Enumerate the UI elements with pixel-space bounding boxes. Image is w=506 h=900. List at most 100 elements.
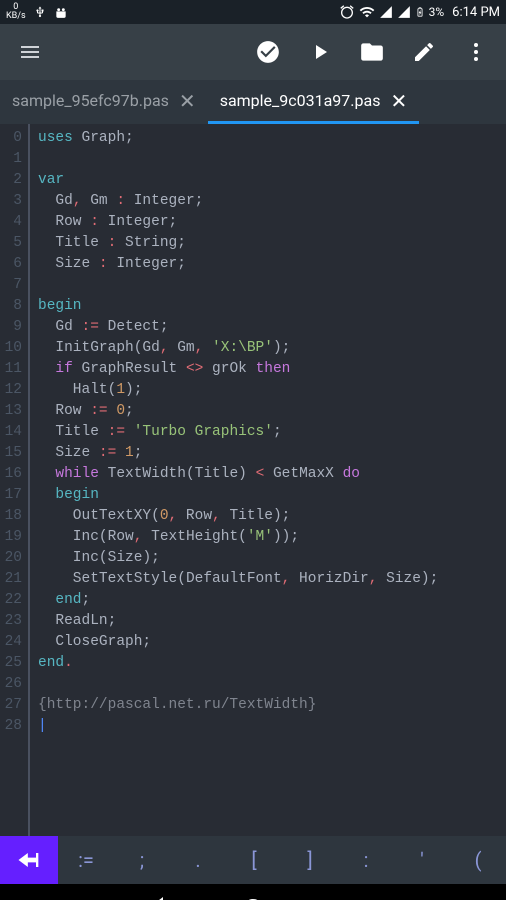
code-line[interactable]: end; (38, 590, 498, 611)
code-area[interactable]: uses Graph; var Gd, Gm : Integer; Row : I… (30, 124, 506, 836)
code-line[interactable]: begin (38, 485, 498, 506)
marshmallow-icon (54, 5, 68, 19)
nav-overflow-button[interactable] (418, 888, 474, 900)
symbol-key[interactable]: := (58, 836, 114, 884)
recents-button[interactable] (321, 888, 377, 900)
code-line[interactable]: | (38, 716, 498, 737)
symbol-key[interactable]: : (338, 836, 394, 884)
line-number: 11 (2, 359, 22, 380)
home-button[interactable] (225, 888, 281, 900)
code-line[interactable]: OutTextXY(0, Row, Title); (38, 506, 498, 527)
code-line[interactable]: var (38, 170, 498, 191)
symbol-key[interactable]: ( (450, 836, 506, 884)
line-number: 28 (2, 716, 22, 737)
code-line[interactable]: if GraphResult <> grOk then (38, 359, 498, 380)
android-status-bar: 0 KB/s 3% 6:14 PM (0, 0, 506, 24)
file-tab[interactable]: sample_95efc97b.pas ✕ (0, 80, 208, 124)
signal-icon-2 (397, 5, 411, 19)
line-number: 4 (2, 212, 22, 233)
code-line[interactable]: uses Graph; (38, 128, 498, 149)
line-number: 21 (2, 569, 22, 590)
line-number: 18 (2, 506, 22, 527)
line-number: 14 (2, 422, 22, 443)
line-number: 8 (2, 296, 22, 317)
code-line[interactable]: InitGraph(Gd, Gm, 'X:\BP'); (38, 338, 498, 359)
line-number: 27 (2, 695, 22, 716)
file-tab[interactable]: sample_9c031a97.pas ✕ (208, 80, 420, 124)
check-button[interactable] (246, 30, 290, 74)
close-icon[interactable]: ✕ (390, 91, 407, 111)
symbol-key[interactable]: ' (394, 836, 450, 884)
line-gutter: 0123456789101112131415161718192021222324… (0, 124, 30, 836)
line-number: 17 (2, 485, 22, 506)
back-alt-button[interactable]: V (32, 888, 88, 900)
clock: 6:14 PM (452, 5, 500, 20)
line-number: 12 (2, 380, 22, 401)
code-line[interactable]: Inc(Row, TextHeight('M')); (38, 527, 498, 548)
code-line[interactable]: SetTextStyle(DefaultFont, HorizDir, Size… (38, 569, 498, 590)
code-line[interactable] (38, 674, 498, 695)
code-line[interactable]: end. (38, 653, 498, 674)
wifi-icon (359, 4, 375, 20)
alarm-icon (339, 4, 355, 20)
code-line[interactable]: {http://pascal.net.ru/TextWidth} (38, 695, 498, 716)
code-line[interactable]: while TextWidth(Title) < GetMaxX do (38, 464, 498, 485)
code-line[interactable]: begin (38, 296, 498, 317)
code-line[interactable]: Row : Integer; (38, 212, 498, 233)
tab-key[interactable] (0, 836, 58, 884)
symbol-bar: :=;.[]:'( (0, 836, 506, 884)
usb-icon (34, 5, 46, 19)
line-number: 20 (2, 548, 22, 569)
code-line[interactable]: ReadLn; (38, 611, 498, 632)
line-number: 0 (2, 128, 22, 149)
code-line[interactable]: Title := 'Turbo Graphics'; (38, 422, 498, 443)
code-line[interactable]: Row := 0; (38, 401, 498, 422)
close-icon[interactable]: ✕ (179, 91, 196, 111)
symbol-key[interactable]: [ (226, 836, 282, 884)
line-number: 5 (2, 233, 22, 254)
line-number: 24 (2, 632, 22, 653)
file-tabs: sample_95efc97b.pas ✕ sample_9c031a97.pas ✕ (0, 80, 506, 124)
line-number: 22 (2, 590, 22, 611)
code-editor[interactable]: 0123456789101112131415161718192021222324… (0, 124, 506, 836)
line-number: 7 (2, 275, 22, 296)
code-line[interactable]: CloseGraph; (38, 632, 498, 653)
code-line[interactable]: Inc(Size); (38, 548, 498, 569)
line-number: 25 (2, 653, 22, 674)
code-line[interactable]: Halt(1); (38, 380, 498, 401)
menu-button[interactable] (8, 30, 52, 74)
back-button[interactable] (129, 888, 185, 900)
code-line[interactable]: Gd, Gm : Integer; (38, 191, 498, 212)
tab-label: sample_9c031a97.pas (220, 91, 381, 110)
code-line[interactable] (38, 149, 498, 170)
line-number: 2 (2, 170, 22, 191)
line-number: 16 (2, 464, 22, 485)
battery-percent: 3% (429, 5, 445, 19)
symbol-key[interactable]: . (170, 836, 226, 884)
folder-button[interactable] (350, 30, 394, 74)
code-line[interactable]: Gd := Detect; (38, 317, 498, 338)
line-number: 19 (2, 527, 22, 548)
line-number: 23 (2, 611, 22, 632)
line-number: 3 (2, 191, 22, 212)
network-speed: 0 KB/s (6, 3, 26, 21)
battery-icon (415, 4, 425, 20)
signal-icon (379, 5, 393, 19)
symbol-key[interactable]: ; (114, 836, 170, 884)
line-number: 1 (2, 149, 22, 170)
symbol-key[interactable]: ] (282, 836, 338, 884)
code-line[interactable] (38, 275, 498, 296)
overflow-button[interactable] (454, 30, 498, 74)
line-number: 10 (2, 338, 22, 359)
android-navbar: V (0, 884, 506, 900)
code-line[interactable]: Size : Integer; (38, 254, 498, 275)
tab-label: sample_95efc97b.pas (12, 91, 169, 110)
line-number: 6 (2, 254, 22, 275)
edit-button[interactable] (402, 30, 446, 74)
line-number: 13 (2, 401, 22, 422)
code-line[interactable]: Size := 1; (38, 443, 498, 464)
code-line[interactable]: Title : String; (38, 233, 498, 254)
run-button[interactable] (298, 30, 342, 74)
text-cursor: | (38, 718, 47, 734)
app-toolbar (0, 24, 506, 80)
